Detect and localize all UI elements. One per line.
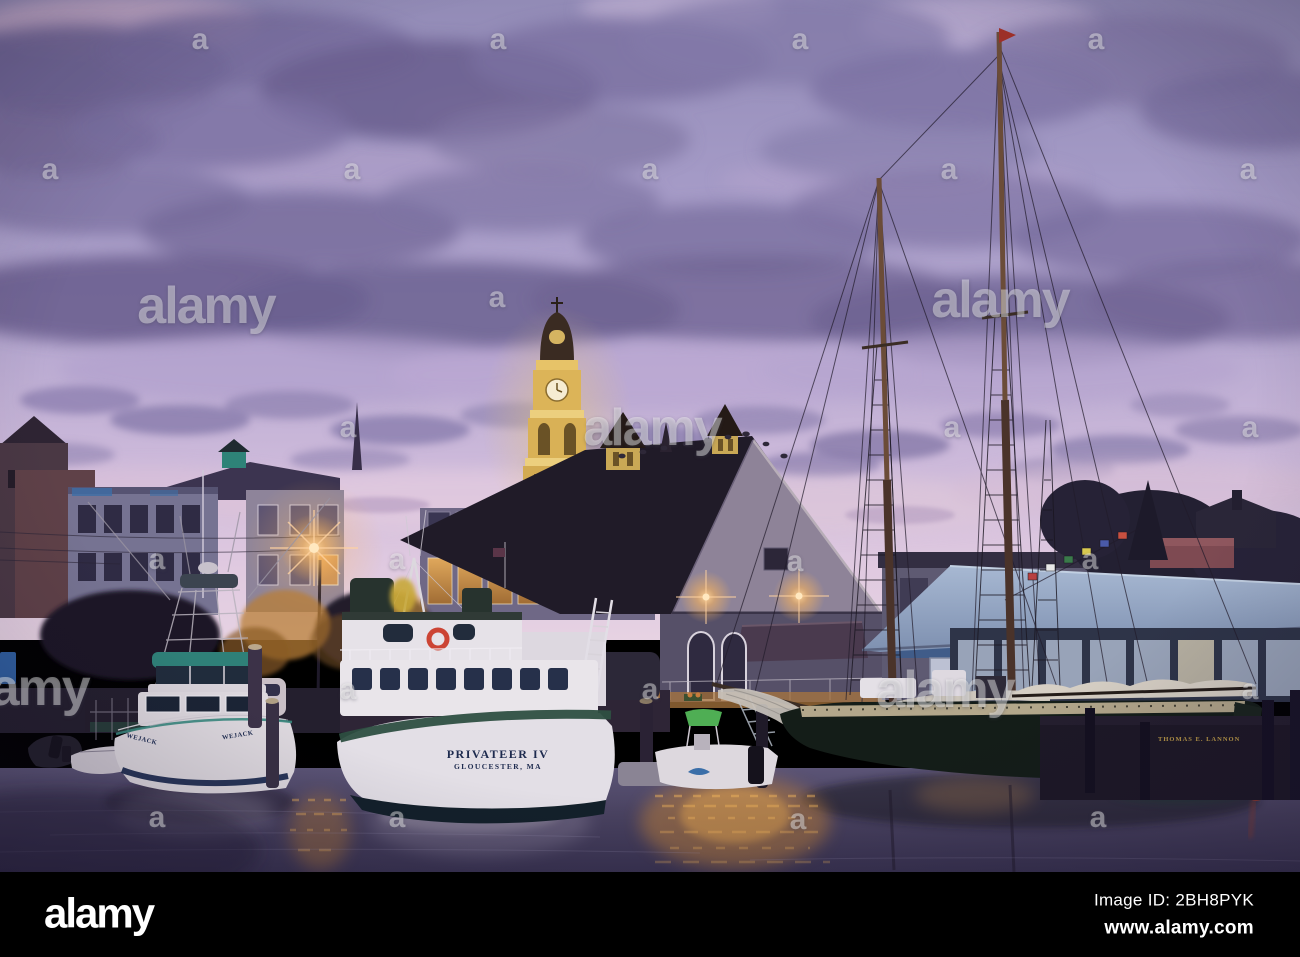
image-id-text: Image ID: 2BH8PYK bbox=[1093, 890, 1254, 909]
party-boat-name: PRIVATEER IV bbox=[446, 747, 550, 761]
party-boat-port: GLOUCESTER, MA bbox=[454, 762, 542, 771]
footer-bar: alamy Image ID: 2BH8PYK www.alamy.com bbox=[0, 872, 1300, 957]
stock-photo: PRIVATEER IV GLOUCESTER, MA WEJACK WEJAC… bbox=[0, 0, 1300, 872]
schooner-stern-name: THOMAS E. LANNON bbox=[1158, 736, 1241, 743]
alamy-logo: alamy bbox=[44, 888, 155, 936]
website-text: www.alamy.com bbox=[1104, 917, 1254, 938]
harbor-scene bbox=[0, 0, 1300, 872]
footer-info: Image ID: 2BH8PYK www.alamy.com bbox=[1094, 890, 1254, 939]
vignette bbox=[0, 0, 1300, 872]
stock-photo-page: PRIVATEER IV GLOUCESTER, MA WEJACK WEJAC… bbox=[0, 0, 1300, 957]
